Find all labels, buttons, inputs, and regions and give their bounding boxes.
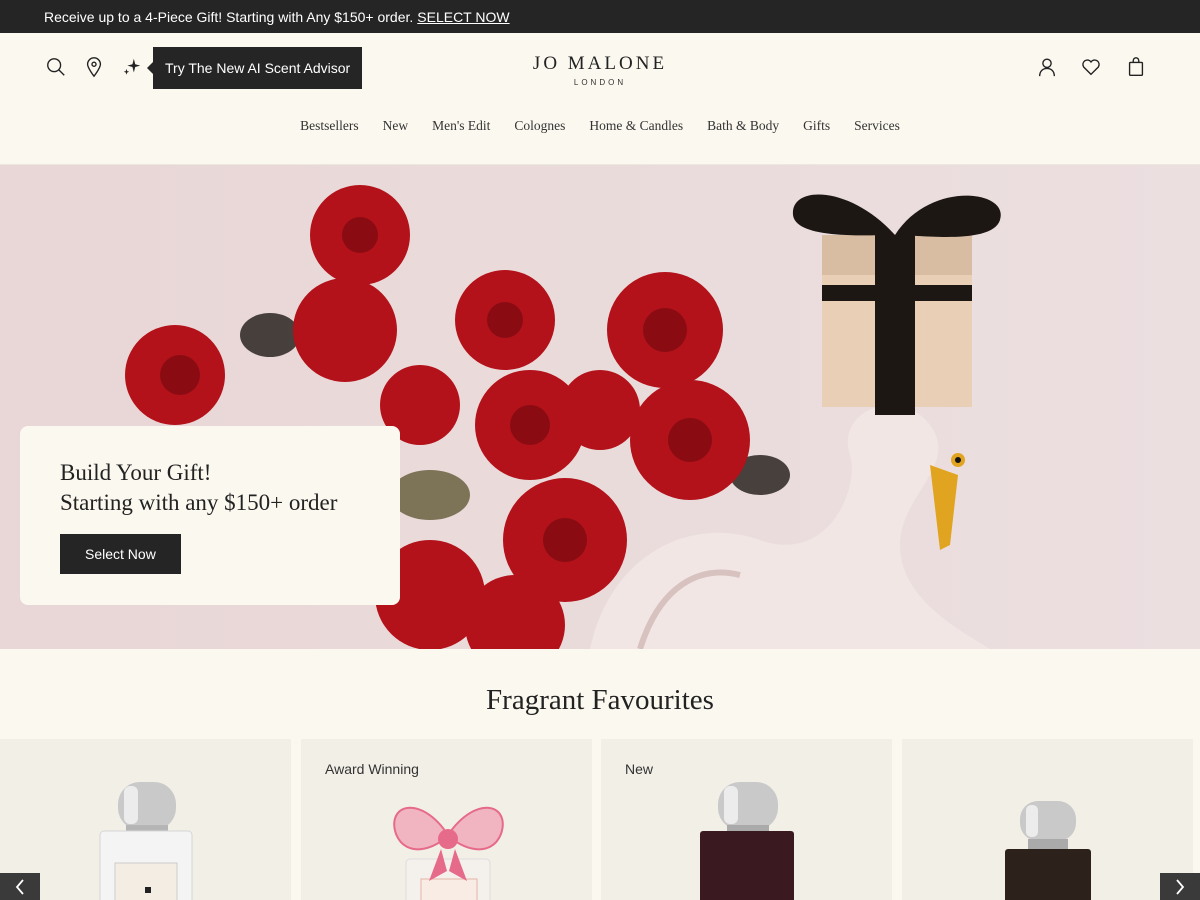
promo-text: Receive up to a 4-Piece Gift! Starting w… (44, 8, 414, 25)
nav-mens-edit[interactable]: Men's Edit (432, 118, 490, 134)
product-card[interactable] (902, 739, 1193, 900)
hero-title-line2: Starting with any $150+ order (60, 490, 338, 515)
product-image-bow-bottle (393, 806, 504, 900)
account-icon[interactable] (1035, 55, 1059, 79)
product-carousel: Award Winning New (0, 739, 1200, 900)
promo-bar: Receive up to a 4-Piece Gift! Starting w… (0, 0, 1200, 33)
site-header: Try The New AI Scent Advisor JO MALONE L… (0, 33, 1200, 165)
product-card[interactable] (0, 739, 291, 900)
nav-new[interactable]: New (383, 118, 409, 134)
hero-card: Build Your Gift! Starting with any $150+… (20, 426, 400, 605)
nav-colognes[interactable]: Colognes (514, 118, 565, 134)
logo-main: JO MALONE (532, 53, 668, 74)
nav-bestsellers[interactable]: Bestsellers (300, 118, 359, 134)
hero-banner[interactable]: Build Your Gift! Starting with any $150+… (0, 165, 1200, 649)
nav-gifts[interactable]: Gifts (803, 118, 830, 134)
hero-title-line1: Build Your Gift! (60, 460, 212, 485)
product-image-intense-bottle (1005, 801, 1091, 900)
nav-bath-body[interactable]: Bath & Body (707, 118, 779, 134)
carousel-next-button[interactable] (1160, 873, 1200, 900)
product-card[interactable]: New (601, 739, 892, 900)
nav-home-candles[interactable]: Home & Candles (589, 118, 683, 134)
promo-select-now-link[interactable]: SELECT NOW (417, 9, 509, 25)
logo-sub: LONDON (573, 78, 627, 87)
nav-services[interactable]: Services (854, 118, 900, 134)
chevron-left-icon (15, 878, 24, 895)
wishlist-icon[interactable] (1079, 55, 1103, 79)
product-image-dark-bottle (700, 782, 794, 900)
product-image-clear-bottle (99, 782, 193, 900)
chevron-right-icon (1176, 878, 1185, 895)
brand-logo[interactable]: JO MALONE LONDON (0, 53, 1200, 87)
carousel-prev-button[interactable] (0, 873, 40, 900)
select-now-button[interactable]: Select Now (60, 534, 181, 574)
bag-icon[interactable] (1124, 55, 1148, 79)
section-title: Fragrant Favourites (486, 684, 714, 716)
product-card[interactable]: Award Winning (301, 739, 592, 900)
main-nav: Bestsellers New Men's Edit Colognes Home… (0, 118, 1200, 134)
